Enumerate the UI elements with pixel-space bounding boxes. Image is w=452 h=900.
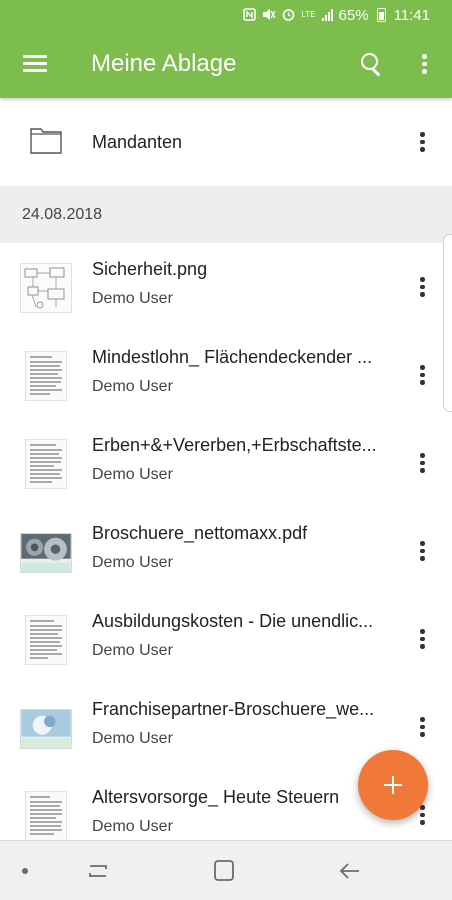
file-more-icon[interactable] (410, 451, 434, 475)
file-row[interactable]: Ausbildungskosten - Die unendlic... Demo… (0, 595, 452, 683)
file-row[interactable]: Sicherheit.png Demo User (0, 243, 452, 331)
file-owner: Demo User (92, 378, 173, 395)
recents-icon[interactable] (84, 859, 112, 883)
file-owner: Demo User (92, 730, 173, 747)
search-icon[interactable] (360, 52, 384, 76)
file-more-icon[interactable] (410, 275, 434, 299)
file-row[interactable]: Mindestlohn_ Flächendeckender ... Demo U… (0, 331, 452, 419)
mute-icon (262, 8, 277, 23)
file-row[interactable]: Broschuere_nettomaxx.pdf Demo User (0, 507, 452, 595)
file-name: Mindestlohn_ Flächendeckender ... (92, 347, 373, 367)
date-section-header: 24.08.2018 (0, 186, 452, 243)
folder-name: Mandanten (92, 132, 183, 152)
pdf-cover-thumbnail (20, 527, 72, 577)
file-owner: Demo User (92, 466, 173, 483)
lte-icon: LTE (301, 10, 316, 19)
file-more-icon[interactable] (410, 363, 434, 387)
battery-percent: 65% (338, 6, 369, 24)
more-vert-icon[interactable] (412, 52, 436, 76)
menu-icon[interactable] (23, 53, 47, 73)
file-name: Sicherheit.png (92, 259, 208, 279)
document-thumbnail (20, 351, 72, 401)
document-thumbnail (20, 615, 72, 665)
page-title: Meine Ablage (91, 50, 237, 77)
nfc-icon (243, 7, 257, 23)
back-icon[interactable] (336, 859, 364, 883)
alarm-icon (282, 8, 295, 23)
file-name: Altersvorsorge_ Heute Steuern (92, 787, 340, 807)
edge-panel-handle[interactable] (443, 234, 452, 412)
navigation-bar (0, 840, 452, 900)
file-name: Franchisepartner-Broschuere_we... (92, 699, 375, 719)
app-bar: Meine Ablage (0, 30, 452, 98)
battery-icon (376, 8, 386, 22)
pdf-cover-thumbnail (20, 703, 72, 753)
image-thumbnail (20, 263, 72, 313)
status-bar: LTE 65% 11:41 (0, 0, 452, 30)
nav-dot-icon[interactable] (22, 868, 28, 874)
home-icon[interactable] (210, 859, 238, 883)
file-more-icon[interactable] (410, 539, 434, 563)
file-owner: Demo User (92, 642, 173, 659)
add-button[interactable] (358, 750, 428, 820)
file-more-icon[interactable] (410, 715, 434, 739)
document-thumbnail (20, 791, 72, 841)
folder-item-mandanten[interactable] (0, 98, 452, 186)
signal-icon (321, 9, 333, 21)
file-row[interactable]: Erben+&+Vererben,+Erbschaftste... Demo U… (0, 419, 452, 507)
file-more-icon[interactable] (410, 627, 434, 651)
file-name: Erben+&+Vererben,+Erbschaftste... (92, 435, 377, 455)
document-thumbnail (20, 439, 72, 489)
folder-icon (30, 128, 62, 154)
clock: 11:41 (393, 6, 430, 24)
file-name: Ausbildungskosten - Die unendlic... (92, 611, 374, 631)
section-date: 24.08.2018 (22, 206, 103, 223)
file-name: Broschuere_nettomaxx.pdf (92, 523, 308, 543)
file-owner: Demo User (92, 290, 173, 307)
file-owner: Demo User (92, 554, 173, 571)
folder-more-icon[interactable] (410, 130, 434, 154)
file-owner: Demo User (92, 818, 173, 835)
